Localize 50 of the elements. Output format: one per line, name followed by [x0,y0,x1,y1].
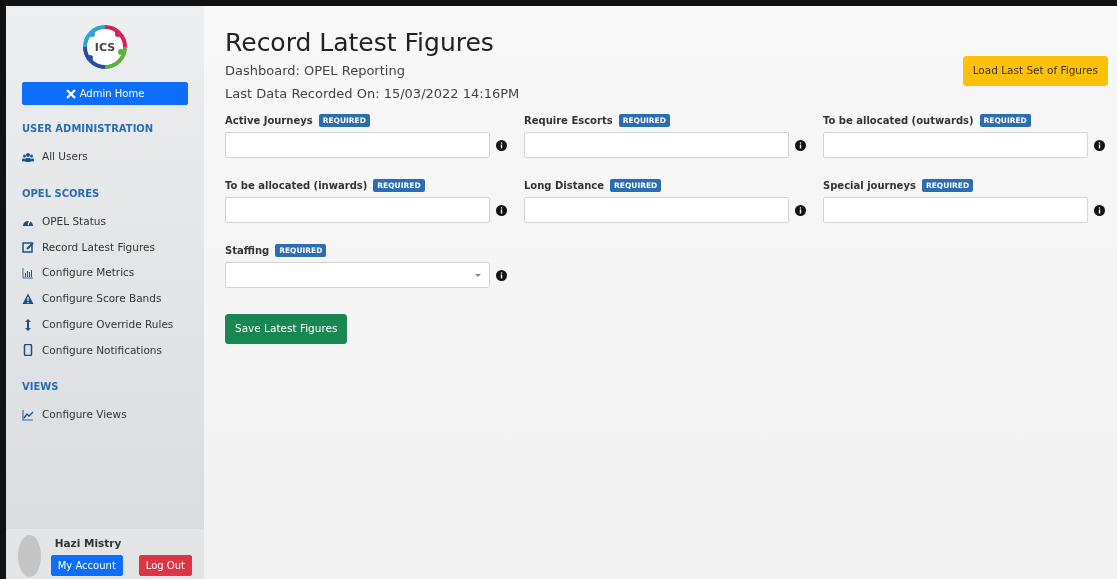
nav-link[interactable]: All Users [22,144,188,170]
last-recorded-text: Last Data Recorded On: 15/03/2022 14:16PM [225,84,520,103]
input-field[interactable] [823,132,1088,158]
warning-icon [22,292,34,305]
nav-link[interactable]: Configure Score Bands [22,286,188,312]
field-label: Long Distance [524,179,605,193]
caret-icon [475,274,481,277]
nav-link[interactable]: Configure Views [22,402,188,428]
admin-home-button[interactable]: Admin Home [22,82,188,105]
field-label: To be allocated (inwards) [225,179,368,193]
info-icon[interactable] [496,139,507,151]
dashboard-subtitle: Dashboard: OPEL Reporting [225,62,405,80]
info-icon[interactable] [1094,139,1105,151]
info-icon[interactable] [795,139,806,151]
input-field[interactable] [225,132,490,158]
logo: ICS [80,22,130,72]
section-heading: OPEL SCORES [22,186,101,201]
info-icon[interactable] [496,204,507,216]
info-icon[interactable] [795,204,806,216]
page-title: Record Latest Figures [225,28,495,58]
line-chart-icon [22,409,34,422]
load-figures-button[interactable]: Load Last Set of Figures [962,56,1108,86]
info-icon[interactable] [496,269,507,281]
select-field[interactable] [225,262,490,288]
input-field[interactable] [823,197,1088,223]
user-name: Hazi Mistry [54,535,123,551]
edit-icon [22,241,34,254]
input-field[interactable] [225,197,490,223]
field-label: Require Escorts [524,114,613,128]
field-label: Special journeys [823,179,916,193]
field-label: To be allocated (outwards) [823,114,974,128]
users-icon [22,150,34,163]
nav-link[interactable]: Record Latest Figures [22,234,188,261]
section-heading: VIEWS [22,380,60,395]
bar-chart-icon [22,267,34,280]
logout-button[interactable]: Log Out [138,555,192,577]
nav-link[interactable]: Configure Notifications [22,337,188,364]
avatar [18,535,41,577]
mobile-icon [22,344,34,357]
info-icon[interactable] [1094,204,1105,216]
nav-link[interactable]: Configure Metrics [22,260,188,286]
input-field[interactable] [524,132,789,158]
nav-link[interactable]: OPEL Status [22,208,188,235]
field-label: Staffing [225,244,270,258]
save-figures-button[interactable]: Save Latest Figures [225,314,348,344]
nav-link[interactable]: Configure Override Rules [22,311,188,338]
section-heading: USER ADMINISTRATION [22,122,155,136]
my-account-button[interactable]: My Account [50,555,123,577]
input-field[interactable] [524,197,789,223]
field-label: Active Journeys [225,114,313,128]
